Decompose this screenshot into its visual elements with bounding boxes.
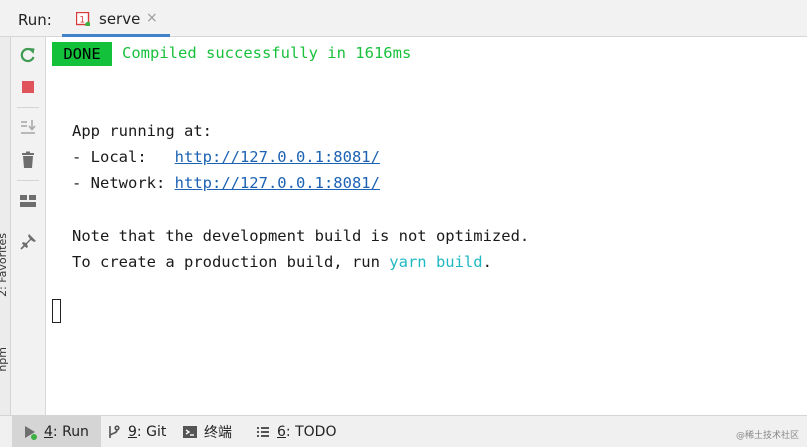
clear-icon[interactable]	[18, 150, 38, 170]
terminal-tool-button[interactable]: 终端	[182, 416, 232, 447]
todo-tool-button[interactable]: 6: TODO	[255, 416, 336, 447]
close-icon[interactable]: ×	[146, 10, 158, 26]
toolbar-separator	[17, 107, 39, 108]
run-label: Run:	[18, 11, 52, 29]
compiled-message: Compiled successfully in 1616ms	[122, 44, 412, 62]
network-prefix: - Network:	[72, 174, 175, 192]
yarn-build-command: yarn build	[389, 253, 483, 271]
pin-icon[interactable]	[18, 232, 38, 252]
note-line: Note that the development build is not o…	[72, 227, 530, 245]
npm-script-icon: 1	[75, 11, 91, 28]
local-url-line: - Local: http://127.0.0.1:8081/	[72, 148, 380, 166]
svg-text:1: 1	[79, 15, 85, 25]
rerun-icon[interactable]	[18, 45, 38, 65]
todo-hotkey: 6	[277, 423, 286, 440]
local-url-link[interactable]: http://127.0.0.1:8081/	[175, 148, 380, 166]
run-icon	[25, 425, 37, 440]
scroll-to-end-icon[interactable]	[18, 117, 38, 137]
production-prefix: To create a production build, run	[72, 253, 390, 271]
stop-icon[interactable]	[18, 77, 38, 97]
left-tool-strip: 2: Favorites npm	[0, 37, 11, 415]
network-url-line: - Network: http://127.0.0.1:8081/	[72, 174, 380, 192]
done-badge: DONE	[52, 42, 112, 66]
text-cursor	[52, 299, 61, 323]
run-tool-label: : Run	[52, 423, 89, 440]
layout-icon[interactable]	[18, 191, 38, 211]
console-output[interactable]: DONE Compiled successfully in 1616ms App…	[46, 37, 807, 415]
todo-list-icon	[257, 426, 269, 437]
git-branch-icon	[109, 424, 120, 438]
tab-serve[interactable]: 1 serve ×	[62, 0, 170, 37]
app-running-line: App running at:	[72, 122, 212, 140]
network-url-link[interactable]: http://127.0.0.1:8081/	[175, 174, 380, 192]
local-prefix: - Local:	[72, 148, 175, 166]
tab-label: serve	[99, 10, 141, 28]
todo-tool-label: : TODO	[285, 423, 337, 440]
production-build-line: To create a production build, run yarn b…	[72, 253, 492, 271]
watermark: @稀土技术社区	[735, 431, 799, 441]
run-hotkey: 4	[44, 423, 53, 440]
run-toolbar	[11, 37, 46, 415]
bottom-tool-bar: 4: Run 9: Git 终端 6: TODO @稀土技术社区	[0, 415, 807, 447]
production-suffix: .	[482, 253, 492, 271]
toolbar-separator	[17, 180, 39, 181]
git-hotkey: 9	[128, 423, 137, 440]
git-tool-button[interactable]: 9: Git	[106, 416, 166, 447]
git-tool-label: : Git	[136, 423, 167, 440]
run-tool-button[interactable]: 4: Run	[12, 416, 101, 447]
terminal-tool-label: 终端	[204, 424, 232, 441]
run-toolwindow-header: Run: 1 serve ×	[0, 0, 807, 37]
terminal-icon	[183, 425, 197, 438]
